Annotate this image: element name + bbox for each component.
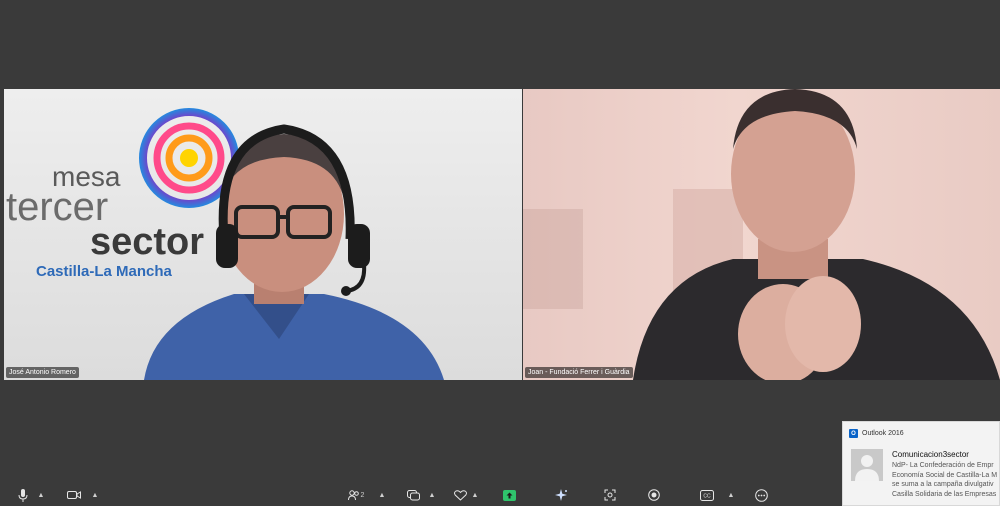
react-options-caret[interactable]: ▲	[470, 486, 480, 504]
microphone-button[interactable]	[16, 486, 30, 504]
participant-name-tag: Joan - Fundació Ferrer i Guàrdia	[525, 367, 633, 378]
share-screen-button[interactable]	[502, 486, 516, 504]
record-icon	[648, 489, 660, 501]
camera-options-caret[interactable]: ▲	[90, 486, 100, 504]
microphone-options-caret[interactable]: ▲	[36, 486, 46, 504]
person-avatar-icon	[851, 449, 883, 481]
chevron-up-icon: ▲	[378, 491, 386, 499]
sender-avatar	[851, 449, 883, 481]
participant-video-person	[523, 89, 1000, 380]
camera-button[interactable]	[66, 486, 82, 504]
more-button[interactable]	[754, 486, 768, 504]
heart-icon	[453, 489, 467, 501]
chevron-up-icon: ▲	[727, 491, 735, 499]
notification-body: NdP- La Confederación de Empr Economía S…	[892, 461, 1000, 499]
chevron-up-icon: ▲	[428, 491, 436, 499]
chevron-up-icon: ▲	[471, 491, 479, 499]
notification-body-line: NdP- La Confederación de Empr	[892, 462, 994, 469]
participant-video-person	[144, 124, 444, 380]
chevron-up-icon: ▲	[91, 491, 99, 499]
share-screen-icon	[502, 489, 516, 501]
more-icon	[754, 488, 768, 502]
chat-options-caret[interactable]: ▲	[427, 486, 437, 504]
apps-button[interactable]	[603, 486, 617, 504]
participant-name-tag: José Antonio Romero	[6, 367, 79, 378]
camera-icon	[67, 491, 81, 499]
apps-icon	[604, 489, 616, 501]
captions-options-caret[interactable]: ▲	[726, 486, 736, 504]
notification-body-line: Casilla Solidaria de las Empresas	[892, 490, 997, 498]
participants-button[interactable]: 2	[346, 486, 366, 504]
record-button[interactable]	[647, 486, 661, 504]
ai-companion-button[interactable]	[554, 486, 568, 504]
chat-button[interactable]	[405, 486, 421, 504]
outlook-icon: O	[849, 429, 858, 438]
participants-icon	[347, 489, 359, 500]
sparkle-icon	[554, 488, 567, 501]
notification-body-line: Economía Social de Castilla-La M	[892, 471, 998, 479]
notification-body-line: se suma a la campaña divulgativ	[892, 481, 994, 488]
notification-header: O Outlook 2016	[849, 429, 904, 438]
svg-text:CC: CC	[703, 493, 711, 499]
video-tile-jose-antonio[interactable]: mesa tercer sector Castilla-La Mancha Jo…	[4, 89, 522, 380]
microphone-icon	[18, 488, 28, 502]
notification-app-name: Outlook 2016	[862, 430, 904, 437]
react-button[interactable]	[452, 486, 468, 504]
chevron-up-icon: ▲	[37, 491, 45, 499]
captions-icon: CC	[700, 489, 714, 501]
outlook-notification[interactable]: O Outlook 2016 Comunicacion3sector NdP- …	[842, 421, 1000, 506]
participants-count: 2	[360, 491, 365, 499]
chat-icon	[406, 489, 420, 500]
video-tile-joan[interactable]: Joan - Fundació Ferrer i Guàrdia	[523, 89, 1000, 380]
notification-sender: Comunicacion3sector	[892, 450, 969, 459]
participants-options-caret[interactable]: ▲	[377, 486, 387, 504]
captions-button[interactable]: CC	[699, 486, 715, 504]
